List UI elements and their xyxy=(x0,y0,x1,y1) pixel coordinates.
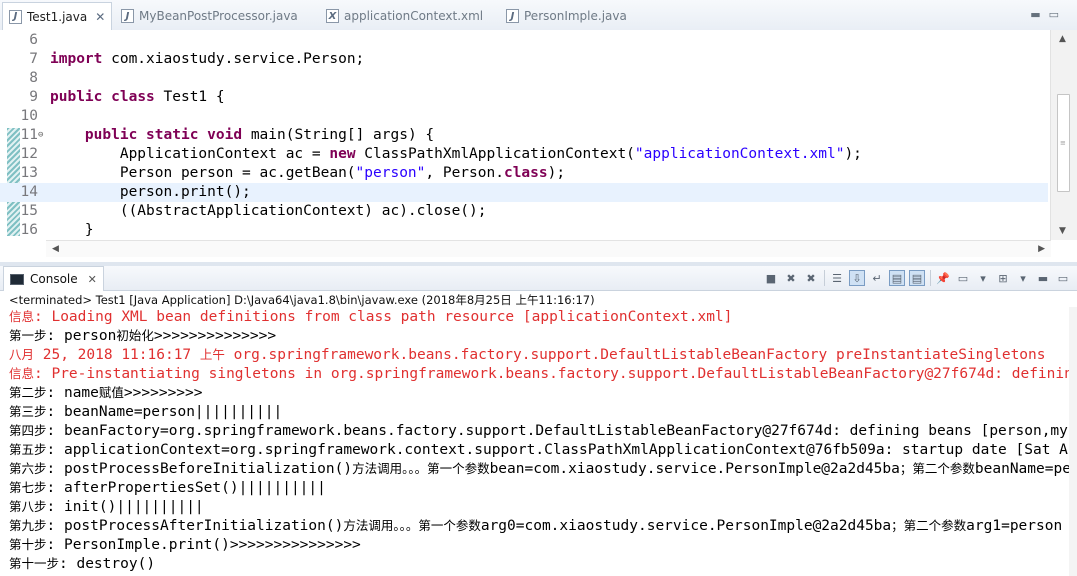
line-number: 8 xyxy=(29,70,38,86)
tab-mybeanpostprocessor-java[interactable]: J MyBeanPostProcessor.java xyxy=(115,3,315,29)
line-number: 12 xyxy=(20,146,38,162)
line-number: 10 xyxy=(20,108,38,124)
console-line: 第六步: postProcessBeforeInitialization()方法… xyxy=(9,461,1070,477)
code-line[interactable]: 14 person.print(); xyxy=(0,183,1048,202)
xml-file-icon: X xyxy=(326,9,339,23)
console-output[interactable]: 信息: Loading XML bean definitions from cl… xyxy=(9,307,1070,576)
scroll-lock-icon[interactable]: ⇩ xyxy=(849,270,865,286)
scroll-down-icon[interactable]: ▼ xyxy=(1059,226,1066,236)
scrollbar-thumb[interactable]: ≡ xyxy=(1057,94,1070,192)
code-lines[interactable]: 6 7 import com.xiaostudy.service.Person; 8 9… xyxy=(0,31,1048,240)
scroll-right-icon[interactable]: ▶ xyxy=(1038,244,1045,254)
remove-launch-icon[interactable]: ✖ xyxy=(783,270,799,286)
code-text: ApplicationContext ac = new ClassPathXml… xyxy=(50,146,862,162)
tab-test1-java[interactable]: J Test1.java ✕ xyxy=(2,2,112,30)
code-line[interactable]: 7 import com.xiaostudy.service.Person; xyxy=(0,50,1048,69)
console-line: 第一步: person初始化>>>>>>>>>>>>>> xyxy=(9,328,277,344)
console-vertical-scrollbar[interactable] xyxy=(1069,307,1077,576)
line-number: 7 xyxy=(29,51,38,67)
grip-icon: ≡ xyxy=(1060,139,1066,147)
terminate-icon[interactable]: ■ xyxy=(763,270,779,286)
code-line[interactable]: 13 Person person = ac.getBean("person", … xyxy=(0,164,1048,183)
console-actions: ■ ✖ ✖ ☰ ⇩ ↵ ▤ ▤ 📌 ▭ ▾ ⊞ ▾ ▬ ▭ xyxy=(759,269,1071,287)
remove-all-terminated-icon[interactable]: ✖ xyxy=(803,270,819,286)
code-text: public static void main(String[] args) { xyxy=(84,127,435,143)
console-line: 第三步: beanName=person|||||||||| xyxy=(9,404,283,420)
close-icon[interactable]: ✕ xyxy=(88,273,97,286)
code-line[interactable]: 11 ⊖ public static void main(String[] arg… xyxy=(0,126,1048,145)
maximize-icon[interactable]: ▭ xyxy=(1049,8,1067,21)
tab-label: PersonImple.java xyxy=(524,9,627,23)
console-line: 第五步: applicationContext=org.springframew… xyxy=(9,442,1070,458)
tab-label: MyBeanPostProcessor.java xyxy=(139,9,298,23)
show-on-stderr-icon[interactable]: ▤ xyxy=(909,270,925,286)
line-number: 11 xyxy=(20,127,38,143)
console-line: 信息: Loading XML bean definitions from cl… xyxy=(9,309,733,325)
console-line: 第八步: init()|||||||||| xyxy=(9,499,204,515)
code-line[interactable]: 15 ((AbstractApplicationContext) ac).clo… xyxy=(0,202,1048,221)
tab-console[interactable]: Console ✕ xyxy=(3,266,104,291)
tab-personimple-java[interactable]: J PersonImple.java xyxy=(500,3,640,29)
clear-console-icon[interactable]: ☰ xyxy=(829,270,845,286)
code-text: person.print(); xyxy=(50,184,251,200)
code-text: } xyxy=(50,222,94,238)
line-number: 13 xyxy=(20,165,38,181)
java-file-icon: J xyxy=(506,9,519,23)
code-text: public class Test1 { xyxy=(50,89,225,105)
pin-console-icon[interactable]: 📌 xyxy=(935,270,951,286)
scroll-left-icon[interactable]: ◀ xyxy=(52,244,59,254)
console-line: 第七步: afterPropertiesSet()|||||||||| xyxy=(9,480,326,496)
code-text: import com.xiaostudy.service.Person; xyxy=(50,51,365,67)
close-icon[interactable]: ✕ xyxy=(95,10,105,24)
line-number: 15 xyxy=(20,203,38,219)
console-line: 第九步: postProcessAfterInitialization()方法调… xyxy=(9,518,1063,534)
code-line[interactable]: 8 xyxy=(0,69,1048,88)
code-line[interactable]: 16 } xyxy=(0,221,1048,240)
console-line: 第二步: name赋值>>>>>>>>> xyxy=(9,385,203,401)
toolbar-separator xyxy=(930,270,931,286)
editor-vertical-scrollbar[interactable]: ▲ ≡ ▼ xyxy=(1050,30,1077,240)
console-icon xyxy=(10,273,24,285)
minimize-icon[interactable]: ▬ xyxy=(1035,270,1051,286)
maximize-icon[interactable]: ▭ xyxy=(1055,270,1071,286)
console-line: 第十步: PersonImple.print()>>>>>>>>>>>>>>> xyxy=(9,537,361,553)
code-line[interactable]: 9 public class Test1 { xyxy=(0,88,1048,107)
code-line[interactable]: 10 xyxy=(0,107,1048,126)
word-wrap-icon[interactable]: ↵ xyxy=(869,270,885,286)
line-number: 6 xyxy=(29,32,38,48)
editor-tab-bar: J Test1.java ✕ J MyBeanPostProcessor.jav… xyxy=(0,0,1077,31)
java-file-icon: J xyxy=(121,9,134,23)
console-line: 八月 25, 2018 11:16:17 上午 org.springframew… xyxy=(9,347,1046,363)
tab-label: applicationContext.xml xyxy=(344,9,484,23)
console-status-line: <terminated> Test1 [Java Application] D:… xyxy=(9,293,595,307)
editor-horizontal-scrollbar[interactable]: ◀ ▶ xyxy=(46,240,1051,257)
tab-applicationcontext-xml[interactable]: X applicationContext.xml xyxy=(320,3,490,29)
fold-collapse-icon[interactable]: ⊖ xyxy=(38,126,43,145)
console-toolbar: Console ✕ ■ ✖ ✖ ☰ ⇩ ↵ ▤ ▤ 📌 ▭ ▾ ⊞ ▾ ▬ ▭ xyxy=(0,266,1077,291)
open-console-icon[interactable]: ⊞ xyxy=(995,270,1011,286)
show-on-stdout-icon[interactable]: ▤ xyxy=(889,270,905,286)
code-text: Person person = ac.getBean("person", Per… xyxy=(50,165,566,181)
code-text: ((AbstractApplicationContext) ac).close(… xyxy=(50,203,487,219)
dropdown-icon[interactable]: ▾ xyxy=(1015,270,1031,286)
console-line: 信息: Pre-instantiating singletons in org.… xyxy=(9,366,1070,382)
console-line: 第四步: beanFactory=org.springframework.bea… xyxy=(9,423,1070,439)
editor-window-controls[interactable]: ▬▭ xyxy=(1030,8,1067,21)
scroll-up-icon[interactable]: ▲ xyxy=(1059,34,1066,44)
line-number: 16 xyxy=(20,222,38,238)
console-line: 第十一步: destroy() xyxy=(9,556,156,572)
code-editor[interactable]: 6 7 import com.xiaostudy.service.Person; 8 9… xyxy=(0,30,1077,262)
code-line[interactable]: 6 xyxy=(0,31,1048,50)
console-tab-label: Console xyxy=(30,272,78,286)
toolbar-separator xyxy=(824,270,825,286)
line-number: 14 xyxy=(20,184,38,200)
dropdown-icon[interactable]: ▾ xyxy=(975,270,991,286)
java-file-icon: J xyxy=(9,9,22,24)
line-number: 9 xyxy=(29,89,38,105)
minimize-icon[interactable]: ▬ xyxy=(1030,8,1048,21)
tab-label: Test1.java xyxy=(27,9,88,24)
code-line[interactable]: 12 ApplicationContext ac = new ClassPath… xyxy=(0,145,1048,164)
display-selected-console-icon[interactable]: ▭ xyxy=(955,270,971,286)
